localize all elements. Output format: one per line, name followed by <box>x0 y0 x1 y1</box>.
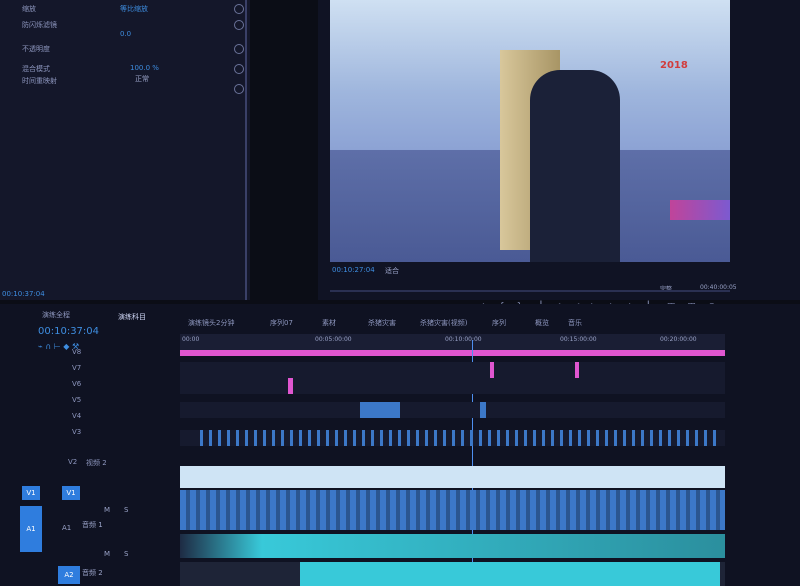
tab-6[interactable]: 杀猪灾害(视频) <box>420 318 467 328</box>
track-v4[interactable]: V4 <box>20 412 178 428</box>
tab-7[interactable]: 序列 <box>492 318 506 328</box>
track-v3[interactable]: V3 <box>20 428 178 444</box>
fx-timecode: 00:10:37:04 <box>2 290 45 298</box>
fx-value-opacity[interactable]: 100.0 % <box>130 64 159 72</box>
track-v6[interactable]: V6 <box>20 380 178 396</box>
reset-icon[interactable] <box>234 20 244 30</box>
timeline-timecode: 00:10:37:04 <box>38 326 100 337</box>
fx-row-blend: 混合模式 <box>22 65 50 73</box>
tab-active[interactable]: 演练科目 <box>118 312 146 322</box>
lane-a2[interactable] <box>180 562 725 586</box>
v1-source-toggle[interactable]: V1 <box>22 486 40 500</box>
program-video-frame: 2018 <box>330 0 730 262</box>
overlay-text: 2018 <box>660 60 688 71</box>
clip[interactable] <box>288 378 293 394</box>
lane-v2[interactable] <box>180 466 725 488</box>
tab-9[interactable]: 音乐 <box>568 318 582 328</box>
a2-mute[interactable]: M <box>104 550 110 558</box>
lane-v1[interactable] <box>180 490 725 530</box>
lane-v5[interactable] <box>180 402 725 418</box>
a2-solo[interactable]: S <box>124 550 128 558</box>
track-v7[interactable]: V7 <box>20 364 178 380</box>
tab-4[interactable]: 素材 <box>322 318 336 328</box>
tab-8[interactable]: 概览 <box>535 318 549 328</box>
a1-label: A1 <box>62 524 72 532</box>
lane-v7[interactable] <box>180 362 725 378</box>
clip[interactable] <box>360 402 400 418</box>
ruler-label: 00:05:00:00 <box>315 336 352 343</box>
tab-3[interactable]: 序列07 <box>270 318 293 328</box>
a1-name: 音频 1 <box>82 521 103 529</box>
a1-source-toggle[interactable]: A1 <box>20 506 42 552</box>
color-stripe <box>670 200 730 220</box>
track-v5[interactable]: V5 <box>20 396 178 412</box>
tab-2[interactable]: 演练镜头2分钟 <box>188 318 234 328</box>
reset-icon[interactable] <box>234 44 244 54</box>
divider <box>245 0 247 300</box>
ruler-label: 00:10:00:00 <box>445 336 482 343</box>
ruler-label: 00:20:00:00 <box>660 336 697 343</box>
fit-dropdown[interactable]: 适合 <box>385 266 399 276</box>
monitor-timecode: 00:10:27:04 <box>332 266 375 274</box>
effect-controls-panel: 缩放 等比缩放 防闪烁滤镜 0.0 不透明度 100.0 % 混合模式 正常 时… <box>0 0 250 300</box>
clip[interactable] <box>575 362 579 378</box>
fx-row-scale: 缩放 <box>22 5 36 13</box>
clip[interactable] <box>490 362 494 378</box>
fx-row-antiflicker: 防闪烁滤镜 <box>22 21 57 29</box>
reset-icon[interactable] <box>234 4 244 14</box>
reset-icon[interactable] <box>234 84 244 94</box>
fx-value-scale[interactable]: 等比缩放 <box>120 4 148 14</box>
reset-icon[interactable] <box>234 64 244 74</box>
fx-value-antiflicker[interactable]: 0.0 <box>120 30 131 38</box>
track-v8[interactable]: V8 <box>20 348 178 364</box>
track-v2[interactable]: V2 视频 2 <box>20 458 178 474</box>
clip[interactable] <box>480 402 486 418</box>
a2-name: 音频 2 <box>82 569 103 577</box>
monitor-scrubber[interactable] <box>330 290 730 292</box>
work-area-bar[interactable] <box>180 350 725 356</box>
clip[interactable] <box>300 562 720 586</box>
a1-solo[interactable]: S <box>124 506 128 514</box>
fx-value-blend[interactable]: 正常 <box>135 74 149 84</box>
fx-row-opacity: 不透明度 <box>22 45 50 53</box>
a2-target-toggle[interactable]: A2 <box>58 566 80 584</box>
ruler-label: 00:00 <box>182 336 200 343</box>
fx-row-time-remap: 时间重映射 <box>22 77 57 85</box>
lane-a1[interactable] <box>180 534 725 558</box>
a1-mute[interactable]: M <box>104 506 110 514</box>
lane-v6[interactable] <box>180 378 725 394</box>
soldier <box>530 70 620 262</box>
clip[interactable] <box>200 430 720 446</box>
tab-all[interactable]: 演练全程 <box>42 310 70 320</box>
tab-5[interactable]: 杀猪灾害 <box>368 318 396 328</box>
ruler-label: 00:15:00:00 <box>560 336 597 343</box>
lane-v3[interactable] <box>180 430 725 446</box>
v1-target-toggle[interactable]: V1 <box>62 486 80 500</box>
